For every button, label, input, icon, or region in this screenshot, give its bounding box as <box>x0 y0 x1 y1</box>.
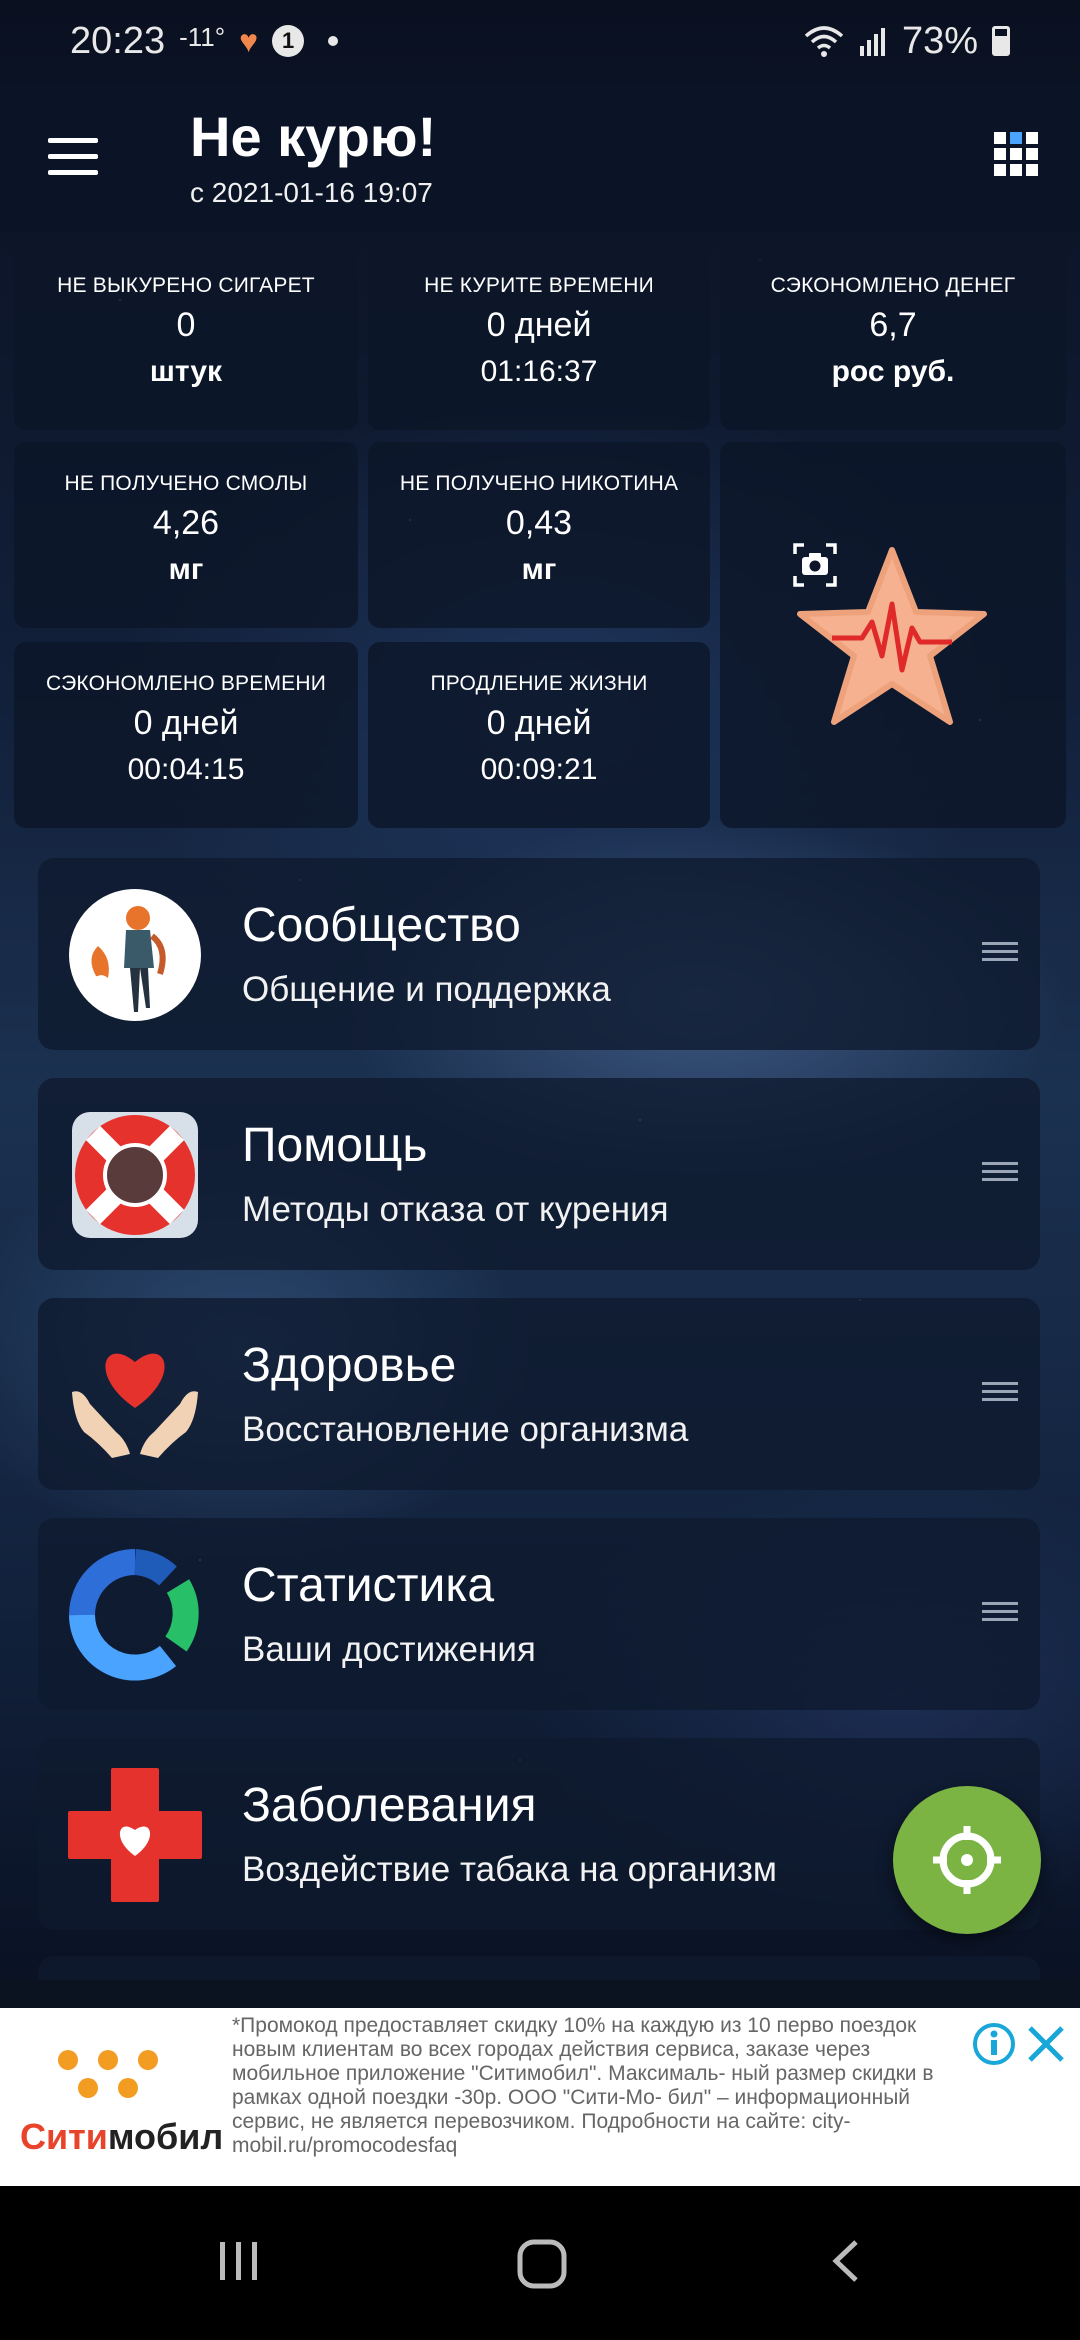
ad-banner[interactable]: Ситимобил *Промокод предоставляет скидку… <box>0 2008 1080 2186</box>
card-subtitle: Восстановление организма <box>242 1410 689 1449</box>
tile-money-saved[interactable]: СЭКОНОМЛЕНО ДЕНЕГ 6,7 рос руб. <box>720 244 1066 430</box>
notification-dot-icon <box>328 36 339 46</box>
statistics-ring-icon <box>68 1548 202 1682</box>
target-fab-button[interactable] <box>893 1786 1041 1934</box>
battery-percent: 73% <box>901 19 978 62</box>
tile-life-extension[interactable]: ПРОДЛЕНИЕ ЖИЗНИ 0 дней 00:09:21 <box>368 642 710 828</box>
card-title: Заболевания <box>242 1779 537 1832</box>
tile-unit: штук <box>149 355 223 388</box>
menu-card-help[interactable]: Помощь Методы отказа от курения <box>38 1078 1040 1270</box>
ad-close-icon[interactable] <box>1024 2022 1068 2066</box>
camera-icon[interactable] <box>792 542 838 588</box>
ad-info-icon[interactable] <box>972 2022 1016 2066</box>
back-icon[interactable] <box>822 2236 872 2286</box>
drag-handle-icon[interactable] <box>982 1382 1018 1406</box>
wifi-icon <box>804 26 844 57</box>
app-title: Не курю! <box>190 105 437 168</box>
battery-icon <box>992 26 1010 56</box>
tile-value: 0 <box>176 306 196 344</box>
grid-menu-icon[interactable] <box>994 132 1038 176</box>
tile-time-saved[interactable]: СЭКОНОМЛЕНО ВРЕМЕНИ 0 дней 00:04:15 <box>14 642 358 828</box>
recent-apps-icon[interactable] <box>214 2236 264 2286</box>
tile-value: 6,7 <box>869 306 917 344</box>
card-subtitle: Общение и поддержка <box>242 970 611 1009</box>
quit-date: с 2021-01-16 19:07 <box>190 177 433 208</box>
card-subtitle: Воздействие табака на организм <box>242 1850 777 1889</box>
tile-unit: мг <box>168 553 204 586</box>
tile-nicotine[interactable]: НЕ ПОЛУЧЕНО НИКОТИНА 0,43 мг <box>368 442 710 628</box>
card-subtitle: Ваши достижения <box>242 1630 536 1669</box>
tile-label: НЕ ПОЛУЧЕНО НИКОТИНА <box>399 472 679 495</box>
tile-cigarettes[interactable]: НЕ ВЫКУРЕНО СИГАРЕТ 0 штук <box>14 244 358 430</box>
ad-text: *Промокод предоставляет скидку 10% на ка… <box>232 2014 934 2157</box>
tile-unit: 00:09:21 <box>480 753 598 786</box>
status-bar: 20:23 -11° ♥ 1 73% <box>0 0 1080 82</box>
card-title: Помощь <box>242 1119 428 1172</box>
drag-handle-icon[interactable] <box>982 942 1018 966</box>
tile-value: 4,26 <box>152 504 220 542</box>
ad-brand: Ситимобил <box>20 2116 224 2157</box>
system-nav-bar <box>0 2186 1080 2340</box>
medical-cross-icon <box>68 1768 202 1902</box>
tile-unit: мг <box>521 553 557 586</box>
menu-card-diseases[interactable]: Заболевания Воздействие табака на органи… <box>38 1738 1040 1930</box>
notification-badge: 1 <box>272 25 305 57</box>
heart-hands-icon <box>68 1328 202 1462</box>
status-time: 20:23 <box>70 19 166 62</box>
status-temperature: -11° <box>179 21 226 52</box>
health-heart-icon: ♥ <box>239 22 259 59</box>
drag-handle-icon[interactable] <box>982 1602 1018 1626</box>
tile-unit: рос руб. <box>831 355 955 388</box>
tile-unit: 01:16:37 <box>480 355 598 388</box>
signal-icon <box>859 28 885 56</box>
crosshair-icon <box>933 1826 1001 1894</box>
tile-label: НЕ ПОЛУЧЕНО СМОЛЫ <box>64 472 308 495</box>
tile-value: 0 дней <box>486 704 592 742</box>
hamburger-menu-icon[interactable] <box>48 138 98 178</box>
card-title: Статистика <box>242 1559 495 1612</box>
tile-label: НЕ ВЫКУРЕНО СИГАРЕТ <box>57 274 315 297</box>
tile-achievement-star[interactable] <box>720 442 1066 828</box>
menu-card-community[interactable]: Сообщество Общение и поддержка <box>38 858 1040 1050</box>
menu-card-health[interactable]: Здоровье Восстановление организма <box>38 1298 1040 1490</box>
card-subtitle: Методы отказа от курения <box>242 1190 669 1229</box>
tile-label: НЕ КУРИТЕ ВРЕМЕНИ <box>424 274 654 297</box>
menu-card-statistics[interactable]: Статистика Ваши достижения <box>38 1518 1040 1710</box>
tile-value: 0,43 <box>505 504 573 542</box>
tile-label: ПРОДЛЕНИЕ ЖИЗНИ <box>430 672 648 695</box>
community-avatar-icon <box>68 888 202 1022</box>
card-title: Сообщество <box>242 899 521 952</box>
tile-label: СЭКОНОМЛЕНО ВРЕМЕНИ <box>45 672 327 695</box>
home-icon[interactable] <box>514 2236 570 2292</box>
tile-label: СЭКОНОМЛЕНО ДЕНЕГ <box>770 274 1016 297</box>
app-bar: Не курю! с 2021-01-16 19:07 <box>0 82 1080 232</box>
partial-card <box>38 1956 1040 1980</box>
tile-tar[interactable]: НЕ ПОЛУЧЕНО СМОЛЫ 4,26 мг <box>14 442 358 628</box>
tile-value: 0 дней <box>133 704 239 742</box>
tile-unit: 00:04:15 <box>127 753 245 786</box>
tile-smoke-free-time[interactable]: НЕ КУРИТЕ ВРЕМЕНИ 0 дней 01:16:37 <box>368 244 710 430</box>
card-title: Здоровье <box>242 1339 457 1392</box>
lifebuoy-icon <box>68 1108 202 1242</box>
drag-handle-icon[interactable] <box>982 1162 1018 1186</box>
tile-value: 0 дней <box>486 306 592 344</box>
